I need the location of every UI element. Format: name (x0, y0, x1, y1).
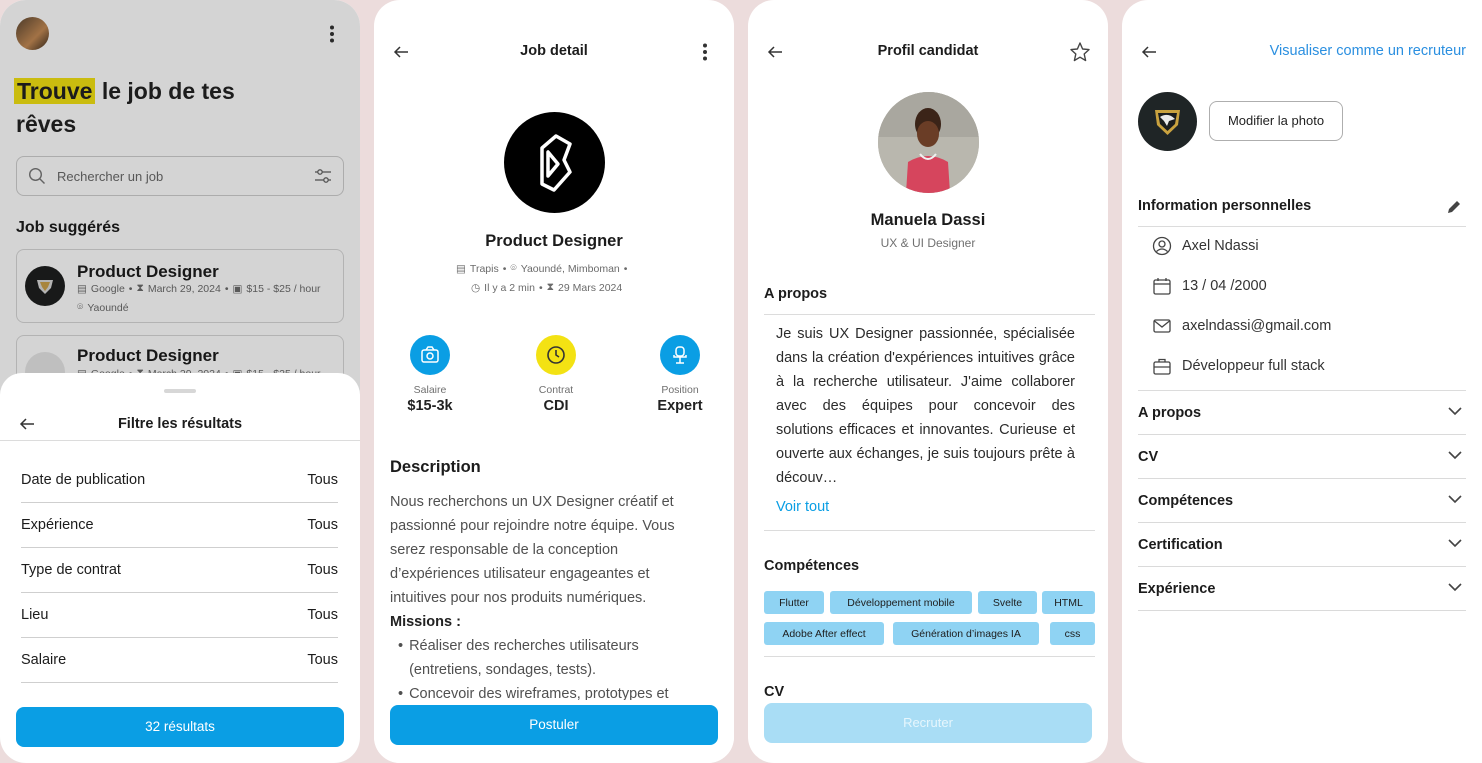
section-cv[interactable]: CV (1138, 435, 1466, 479)
filter-sheet: Filtre les résultats Date de publication… (0, 373, 360, 763)
filter-title: Filtre les résultats (117, 416, 243, 432)
info-email: axelndassi@gmail.com (1152, 314, 1331, 338)
divider (764, 656, 1095, 657)
recruit-button[interactable]: Recruter (764, 703, 1092, 743)
stat-salary: Salaire $15-3k (375, 335, 485, 414)
more-icon[interactable] (702, 43, 708, 61)
view-as-recruiter-link[interactable]: Visualiser comme un recruteur (1270, 43, 1466, 59)
job-meta: ▤ Trapis • ⌾ Yaoundé, Mimboman • (456, 262, 628, 275)
hourglass-icon: ⧗ (546, 281, 555, 293)
skills-title: Compétences (764, 558, 860, 574)
about-title: A propos (764, 286, 828, 302)
candidate-name: Manuela Dassi (870, 211, 986, 229)
calendar-icon (1152, 276, 1172, 296)
money-icon (410, 335, 450, 375)
skill-chip: Développement mobile (830, 591, 972, 614)
back-arrow-icon[interactable] (1141, 45, 1157, 59)
job-detail-screen: Job detail Product Designer ▤ Trapis • ⌾ Ya… (374, 0, 734, 763)
results-button[interactable]: 32 résultats (16, 707, 344, 747)
personal-info-title: Information personnelles (1138, 198, 1312, 214)
building-icon: ▤ (456, 262, 466, 275)
divider (764, 530, 1095, 531)
briefcase-icon (1152, 356, 1172, 376)
candidate-profile-screen: Profil candidat Manuela Dassi UX & UI De… (748, 0, 1108, 763)
section-experience[interactable]: Expérience (1138, 567, 1466, 611)
filter-row-salary[interactable]: Salaire Tous (21, 638, 338, 683)
star-icon[interactable] (1069, 41, 1091, 63)
section-about[interactable]: A propos (1138, 391, 1466, 435)
mail-icon (1152, 316, 1172, 336)
clock-icon: ◷ (471, 281, 481, 294)
page-title: Job detail (520, 43, 588, 59)
sheet-handle[interactable] (164, 389, 196, 393)
my-profile-screen: Visualiser comme un recruteur Modifier l… (1122, 0, 1482, 763)
apply-button[interactable]: Postuler (390, 705, 718, 745)
skill-chip: HTML (1042, 591, 1095, 614)
info-name: Axel Ndassi (1152, 234, 1259, 258)
search-screen: Trouve le job de tes rêves Rechercher un… (0, 0, 360, 763)
description-body: Nous recherchons un UX Designer créatif … (390, 490, 708, 706)
profile-photo (1138, 92, 1197, 151)
user-icon (1152, 236, 1172, 256)
clock-icon (536, 335, 576, 375)
skill-chip: Adobe After effect (764, 622, 884, 645)
about-text: Je suis UX Designer passionnée, spéciali… (776, 326, 1075, 486)
skill-chip: Flutter (764, 591, 824, 614)
section-certification[interactable]: Certification (1138, 523, 1466, 567)
skill-chip: Génération d’images IA (893, 622, 1039, 645)
chevron-down-icon (1448, 451, 1462, 460)
filter-row-contract[interactable]: Type de contrat Tous (21, 548, 338, 593)
divider (0, 440, 360, 441)
job-title: Product Designer (485, 232, 623, 250)
skill-chip: css (1050, 622, 1095, 645)
info-birthdate: 13 / 04 /2000 (1152, 274, 1267, 298)
stat-position: Position Expert (625, 335, 734, 414)
candidate-photo (878, 92, 979, 193)
job-dates: ◷ Il y a 2 min • ⧗ 29 Mars 2024 (471, 281, 623, 294)
filter-row-location[interactable]: Lieu Tous (21, 593, 338, 638)
description-title: Description (390, 458, 481, 476)
see-all-link[interactable]: Voir tout (776, 499, 829, 515)
section-skills[interactable]: Compétences (1138, 479, 1466, 523)
skill-chip: Svelte (978, 591, 1037, 614)
cv-title: CV (764, 684, 785, 700)
location-icon: ⌾ (510, 262, 517, 274)
chevron-down-icon (1448, 495, 1462, 504)
filter-row-experience[interactable]: Expérience Tous (21, 503, 338, 548)
chair-icon (660, 335, 700, 375)
page-title: Profil candidat (877, 43, 979, 59)
info-job: Développeur full stack (1152, 354, 1325, 378)
chevron-down-icon (1448, 583, 1462, 592)
candidate-role: UX & UI Designer (880, 236, 976, 250)
divider (764, 314, 1095, 315)
stat-contract: Contrat CDI (501, 335, 611, 414)
chevron-down-icon (1448, 539, 1462, 548)
chevron-down-icon (1448, 407, 1462, 416)
filter-row-date[interactable]: Date de publication Tous (21, 458, 338, 503)
edit-icon[interactable] (1446, 199, 1462, 215)
mission-item: • Réaliser des recherches utilisateurs (e… (398, 638, 639, 678)
divider (1138, 226, 1466, 227)
company-logo (504, 112, 605, 213)
change-photo-button[interactable]: Modifier la photo (1209, 101, 1343, 141)
